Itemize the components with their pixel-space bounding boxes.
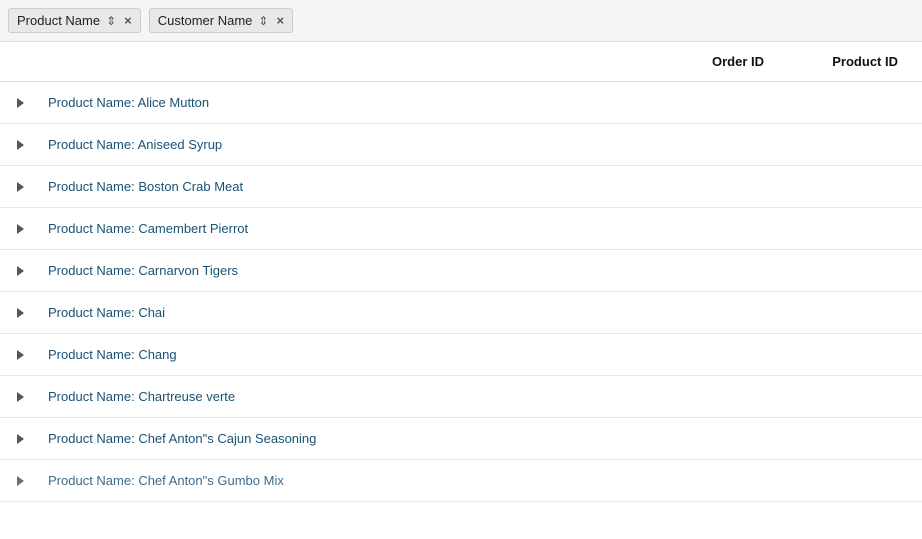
chevron-right-icon: [17, 266, 24, 276]
chevron-right-icon: [17, 182, 24, 192]
chevron-right-icon: [17, 392, 24, 402]
product-name-filter[interactable]: Product Name ⇕ ×: [8, 8, 141, 33]
product-name-filter-label: Product Name: [17, 13, 100, 28]
row-expander-icon[interactable]: [0, 392, 40, 402]
table-row[interactable]: Product Name: Chang: [0, 334, 922, 376]
close-filter-icon[interactable]: ×: [276, 13, 284, 28]
chevron-right-icon: [17, 98, 24, 108]
sort-filter-icon[interactable]: ⇕: [106, 14, 116, 28]
row-group-label: Product Name: Chef Anton"s Gumbo Mix: [40, 463, 922, 498]
row-expander-icon[interactable]: [0, 224, 40, 234]
row-expander-icon[interactable]: [0, 98, 40, 108]
table-row[interactable]: Product Name: Chef Anton"s Cajun Seasoni…: [0, 418, 922, 460]
table-row[interactable]: Product Name: Carnarvon Tigers: [0, 250, 922, 292]
row-expander-icon[interactable]: [0, 308, 40, 318]
table-row[interactable]: Product Name: Chartreuse verte: [0, 376, 922, 418]
table-header: Order ID Product ID: [0, 42, 922, 82]
row-group-label: Product Name: Chai: [40, 295, 922, 330]
table-row[interactable]: Product Name: Chai: [0, 292, 922, 334]
row-expander-icon[interactable]: [0, 476, 40, 486]
chevron-right-icon: [17, 434, 24, 444]
table-container: Order ID Product ID Product Name: Alice …: [0, 42, 922, 524]
row-expander-icon[interactable]: [0, 350, 40, 360]
row-group-label: Product Name: Chef Anton"s Cajun Seasoni…: [40, 421, 922, 456]
chevron-right-icon: [17, 224, 24, 234]
chevron-right-icon: [17, 350, 24, 360]
row-expander-icon[interactable]: [0, 434, 40, 444]
table-body[interactable]: Product Name: Alice Mutton Product Name: …: [0, 82, 922, 524]
table-row[interactable]: Product Name: Aniseed Syrup: [0, 124, 922, 166]
row-group-label: Product Name: Chang: [40, 337, 922, 372]
row-group-label: Product Name: Aniseed Syrup: [40, 127, 922, 162]
sort-filter-icon[interactable]: ⇕: [258, 14, 268, 28]
table-row[interactable]: Product Name: Alice Mutton: [0, 82, 922, 124]
row-expander-icon[interactable]: [0, 182, 40, 192]
row-group-label: Product Name: Chartreuse verte: [40, 379, 922, 414]
table-row[interactable]: Product Name: Camembert Pierrot: [0, 208, 922, 250]
row-group-label: Product Name: Boston Crab Meat: [40, 169, 922, 204]
close-filter-icon[interactable]: ×: [124, 13, 132, 28]
header-expander-spacer: [0, 50, 40, 73]
chevron-right-icon: [17, 476, 24, 486]
table-row[interactable]: Product Name: Boston Crab Meat: [0, 166, 922, 208]
row-group-label: Product Name: Carnarvon Tigers: [40, 253, 922, 288]
table-row[interactable]: Product Name: Chef Anton"s Gumbo Mix: [0, 460, 922, 502]
filter-bar: Product Name ⇕ × Customer Name ⇕ ×: [0, 0, 922, 42]
row-group-label: Product Name: Alice Mutton: [40, 85, 922, 120]
row-group-label: Product Name: Camembert Pierrot: [40, 211, 922, 246]
customer-name-filter[interactable]: Customer Name ⇕ ×: [149, 8, 293, 33]
customer-name-filter-label: Customer Name: [158, 13, 253, 28]
chevron-right-icon: [17, 140, 24, 150]
column-header-order-id: Order ID: [552, 50, 772, 73]
row-expander-icon[interactable]: [0, 266, 40, 276]
header-group-column: [40, 50, 552, 73]
column-header-product-id: Product ID: [772, 50, 922, 73]
row-expander-icon[interactable]: [0, 140, 40, 150]
chevron-right-icon: [17, 308, 24, 318]
